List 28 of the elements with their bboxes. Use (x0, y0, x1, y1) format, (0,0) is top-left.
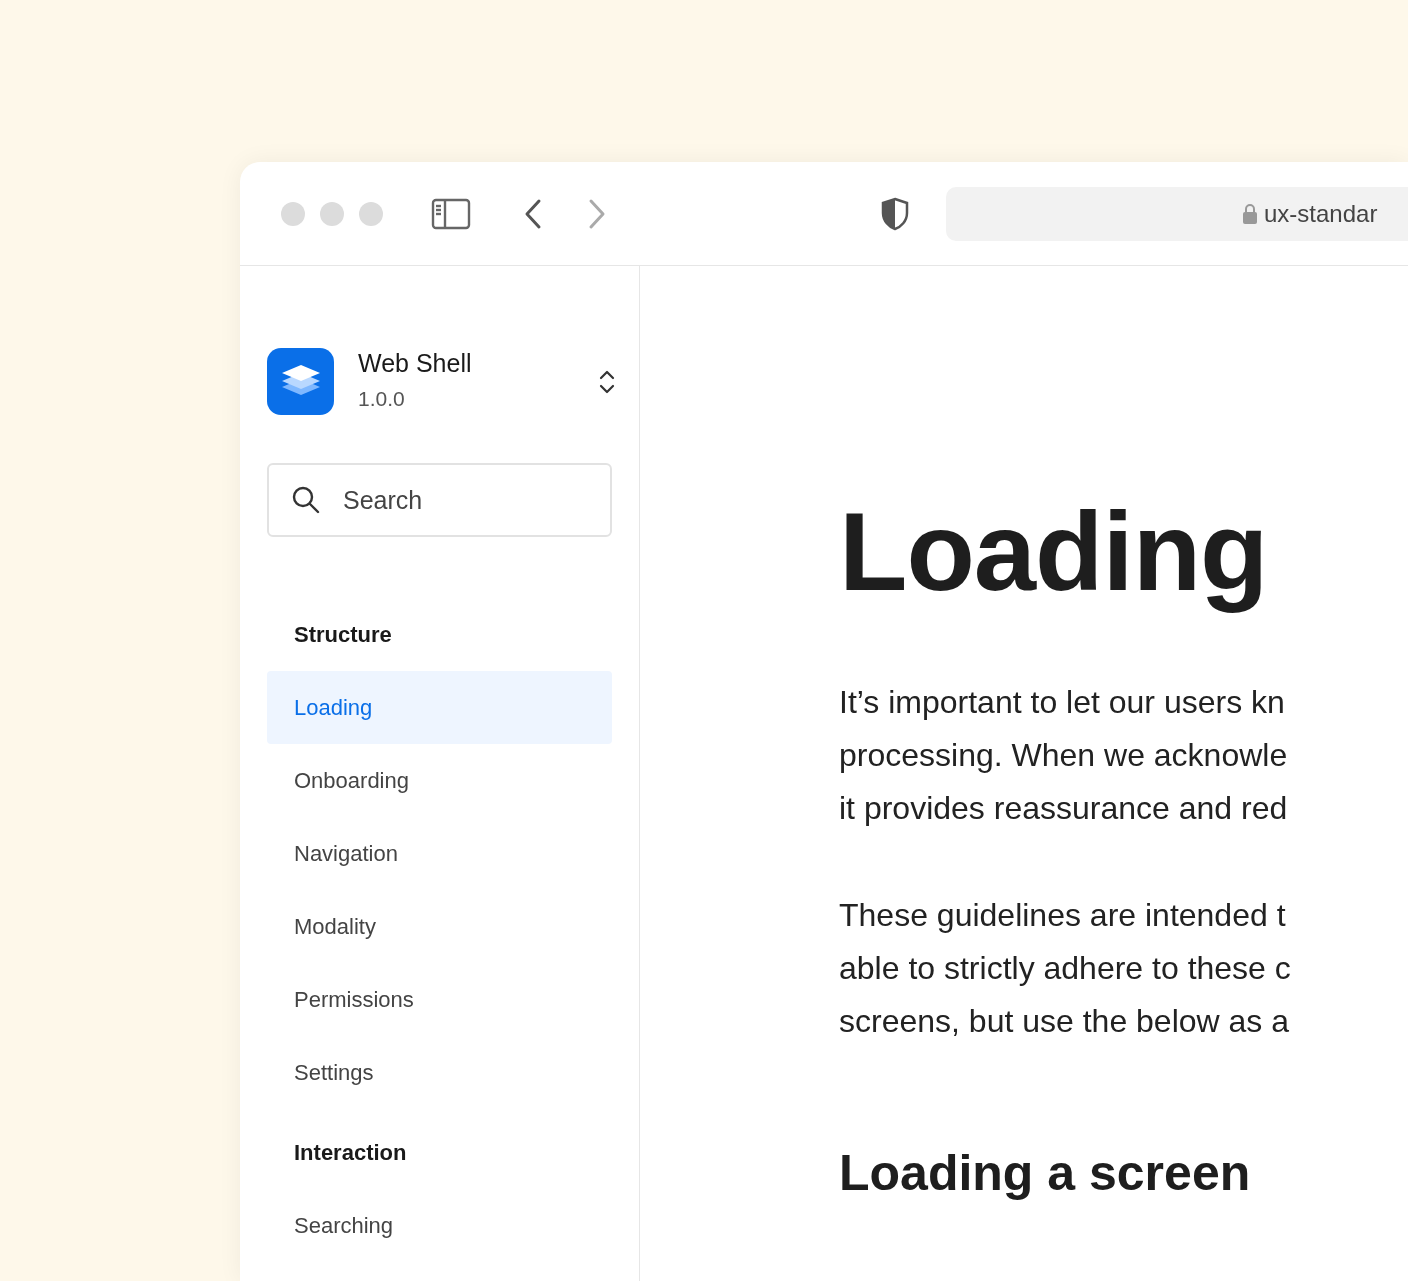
shield-icon[interactable] (881, 196, 909, 231)
nav-item[interactable]: Modality (267, 890, 612, 963)
search-icon (291, 485, 321, 515)
paragraph-line: screens, but use the below as a (839, 1002, 1291, 1042)
sidebar-toggle-icon[interactable] (431, 197, 471, 230)
nav-item[interactable]: Searching (267, 1189, 612, 1262)
nav-item[interactable]: Permissions (267, 963, 612, 1036)
paragraph-line: it provides reassurance and red (839, 789, 1289, 829)
app-name: Web Shell (358, 348, 473, 380)
nav-item[interactable]: Navigation (267, 817, 612, 890)
paragraph-line: able to strictly adhere to these c (839, 949, 1292, 989)
section-title: Loading a screen (839, 1148, 1252, 1199)
page-title: Loading (839, 488, 1269, 616)
section-heading: Structure (293, 620, 393, 649)
lock-icon (1242, 202, 1258, 225)
nav-item[interactable]: Onboarding (267, 744, 612, 817)
paragraph-line: These guidelines are intended t (839, 896, 1287, 936)
app-version: 1.0.0 (358, 386, 406, 413)
nav-item[interactable]: Loading (267, 671, 612, 744)
section-heading: Interaction (293, 1138, 408, 1167)
search-field[interactable]: Search (267, 463, 612, 537)
nav-item[interactable]: Settings (267, 1036, 612, 1109)
paragraph-line: It’s important to let our users kn (839, 683, 1286, 723)
back-icon[interactable] (523, 197, 543, 230)
address-bar[interactable]: ux-standar (946, 186, 1408, 241)
chevron-up-down-icon[interactable] (598, 368, 616, 395)
url-text: ux-standar (1264, 198, 1378, 229)
paragraph-line: processing. When we acknowle (839, 736, 1289, 776)
